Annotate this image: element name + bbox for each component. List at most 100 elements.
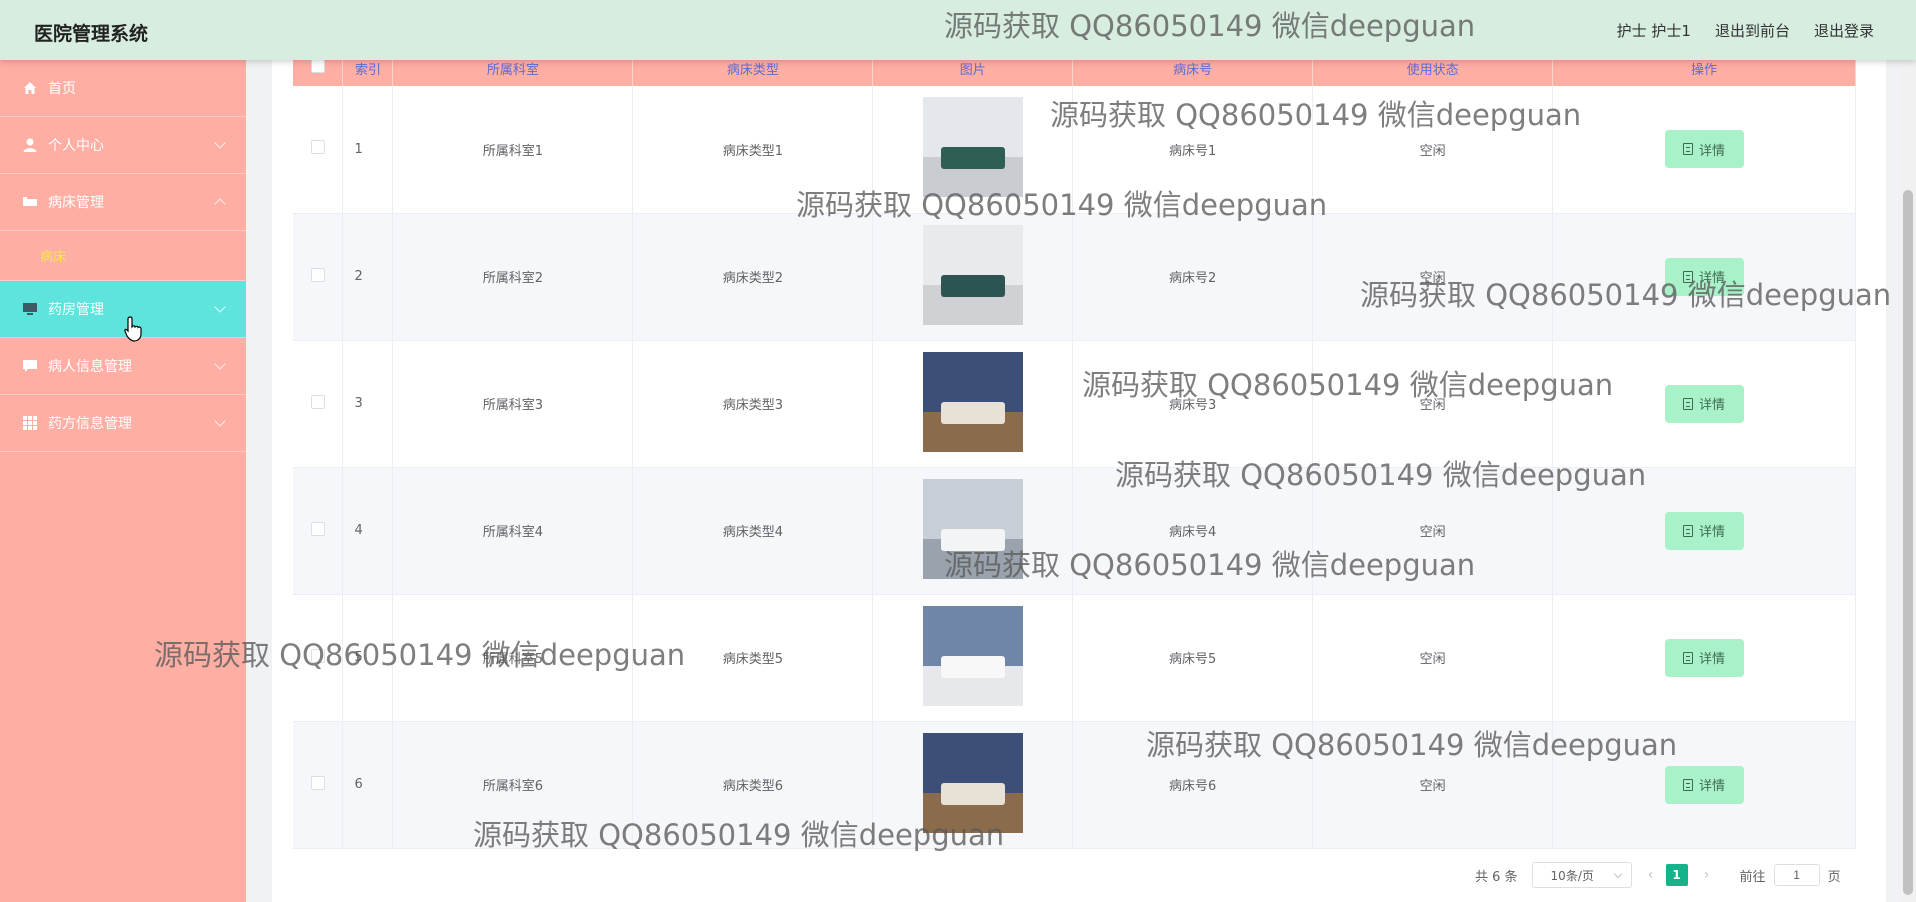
current-user: 护士 护士1 xyxy=(1616,22,1691,40)
cell-status: 空闲 xyxy=(1312,467,1554,595)
sidebar-item-label: 病人信息管理 xyxy=(48,359,132,375)
cell-bed-no: 病床号4 xyxy=(1072,467,1314,595)
page-unit-label: 页 xyxy=(1827,869,1841,885)
grid-icon xyxy=(23,416,37,430)
detail-button[interactable]: 详情 xyxy=(1664,511,1744,550)
cell-image xyxy=(872,86,1074,214)
cell-type: 病床类型2 xyxy=(632,213,874,341)
cell-action: 详情 xyxy=(1552,340,1856,468)
document-icon xyxy=(1683,397,1693,410)
bed-photo xyxy=(922,478,1023,579)
home-icon xyxy=(24,82,36,94)
cell-dept: 所属科室1 xyxy=(392,86,634,214)
sidebar-item-patient-info[interactable]: 病人信息管理 xyxy=(0,338,246,395)
bed-photo xyxy=(922,224,1023,325)
cell-image xyxy=(872,721,1074,849)
detail-button[interactable]: 详情 xyxy=(1664,130,1744,169)
main-content: 索引 所属科室 病床类型 图片 病床号 使用状态 操作 1 所属科室1 病床类型… xyxy=(272,50,1886,902)
row-checkbox[interactable] xyxy=(310,648,325,663)
document-icon xyxy=(1683,270,1693,283)
top-header: 医院管理系统 护士 护士1 退出到前台 退出登录 xyxy=(0,0,1916,60)
sidebar-subitem-bed[interactable]: 病床 xyxy=(0,231,246,281)
detail-button[interactable]: 详情 xyxy=(1664,257,1744,296)
bed-photo xyxy=(922,732,1023,833)
logout-link[interactable]: 退出登录 xyxy=(1814,20,1874,41)
cell-type: 病床类型4 xyxy=(632,467,874,595)
document-icon xyxy=(1683,778,1693,791)
document-icon xyxy=(1683,524,1693,537)
hand-cursor-icon xyxy=(124,316,142,342)
detail-button[interactable]: 详情 xyxy=(1664,638,1744,677)
cell-bed-no: 病床号2 xyxy=(1072,213,1314,341)
sidebar-item-bed-management[interactable]: 病床管理 xyxy=(0,174,246,231)
row-select-cell xyxy=(293,213,344,341)
sidebar-item-personal-center[interactable]: 个人中心 xyxy=(0,117,246,174)
sidebar-item-label: 个人中心 xyxy=(48,138,104,154)
row-checkbox[interactable] xyxy=(310,267,325,282)
total-count: 共 6 条 xyxy=(1475,869,1518,885)
detail-button-label: 详情 xyxy=(1699,143,1726,159)
cell-index: 4 xyxy=(342,467,394,595)
table-row: 3 所属科室3 病床类型3 病床号3 空闲 详情 xyxy=(293,340,1856,468)
cell-status: 空闲 xyxy=(1312,721,1554,849)
sidebar-item-label: 药房管理 xyxy=(48,302,104,318)
monitor-icon xyxy=(23,303,37,315)
cell-dept: 所属科室3 xyxy=(392,340,634,468)
app-title: 医院管理系统 xyxy=(34,23,149,45)
row-select-cell xyxy=(293,721,344,849)
row-select-cell xyxy=(293,594,344,722)
cell-action: 详情 xyxy=(1552,86,1856,214)
page-size-select[interactable]: 10条/页 xyxy=(1531,862,1632,888)
cell-status: 空闲 xyxy=(1312,213,1554,341)
table-row: 4 所属科室4 病床类型4 病床号4 空闲 详情 xyxy=(293,467,1856,595)
row-select-cell xyxy=(293,86,344,214)
chat-icon xyxy=(23,360,37,372)
detail-button-label: 详情 xyxy=(1699,779,1726,794)
bed-photo xyxy=(922,351,1023,452)
next-page-button[interactable]: › xyxy=(1696,864,1718,886)
scrollbar-thumb[interactable] xyxy=(1903,190,1913,895)
exit-to-front-link[interactable]: 退出到前台 xyxy=(1715,20,1790,41)
sidebar-item-label: 病床管理 xyxy=(48,195,104,211)
cell-type: 病床类型6 xyxy=(632,721,874,849)
table-row: 6 所属科室6 病床类型6 病床号6 空闲 详情 xyxy=(293,721,1856,849)
cell-image xyxy=(872,340,1074,468)
cell-status: 空闲 xyxy=(1312,340,1554,468)
select-all-checkbox[interactable] xyxy=(310,59,325,73)
cell-bed-no: 病床号5 xyxy=(1072,594,1314,722)
cell-type: 病床类型5 xyxy=(632,594,874,722)
table-row: 2 所属科室2 病床类型2 病床号2 空闲 详情 xyxy=(293,213,1856,341)
chevron-down-icon xyxy=(1613,869,1622,879)
chevron-down-icon xyxy=(214,415,226,427)
detail-button-label: 详情 xyxy=(1699,271,1726,286)
row-checkbox[interactable] xyxy=(310,140,325,155)
cell-action: 详情 xyxy=(1552,594,1856,722)
cell-type: 病床类型3 xyxy=(632,340,874,468)
cell-action: 详情 xyxy=(1552,467,1856,595)
sidebar-item-prescription-info[interactable]: 药方信息管理 xyxy=(0,395,246,452)
bed-photo xyxy=(922,97,1023,198)
row-checkbox[interactable] xyxy=(310,521,325,536)
cell-image xyxy=(872,467,1074,595)
prev-page-button[interactable]: ‹ xyxy=(1640,864,1662,886)
cell-type: 病床类型1 xyxy=(632,86,874,214)
row-select-cell xyxy=(293,340,344,468)
document-icon xyxy=(1683,651,1693,664)
page-size-value: 10条/页 xyxy=(1550,868,1594,883)
page-number-current[interactable]: 1 xyxy=(1665,864,1688,886)
sidebar-item-home[interactable]: 首页 xyxy=(0,60,246,117)
detail-button[interactable]: 详情 xyxy=(1664,765,1744,804)
sidebar-item-pharmacy-management[interactable]: 药房管理 xyxy=(0,281,246,338)
detail-button[interactable]: 详情 xyxy=(1664,384,1744,423)
row-checkbox[interactable] xyxy=(310,394,325,409)
row-checkbox[interactable] xyxy=(310,775,325,790)
sidebar: 首页 个人中心 病床管理 病床 药房管理 病人信息管理 药方信息管理 xyxy=(0,60,246,902)
detail-button-label: 详情 xyxy=(1699,398,1726,413)
goto-page-input[interactable] xyxy=(1773,864,1820,886)
cell-dept: 所属科室6 xyxy=(392,721,634,849)
cell-bed-no: 病床号6 xyxy=(1072,721,1314,849)
cell-image xyxy=(872,213,1074,341)
chevron-up-icon xyxy=(214,198,226,210)
bed-photo xyxy=(922,605,1023,706)
row-select-cell xyxy=(293,467,344,595)
